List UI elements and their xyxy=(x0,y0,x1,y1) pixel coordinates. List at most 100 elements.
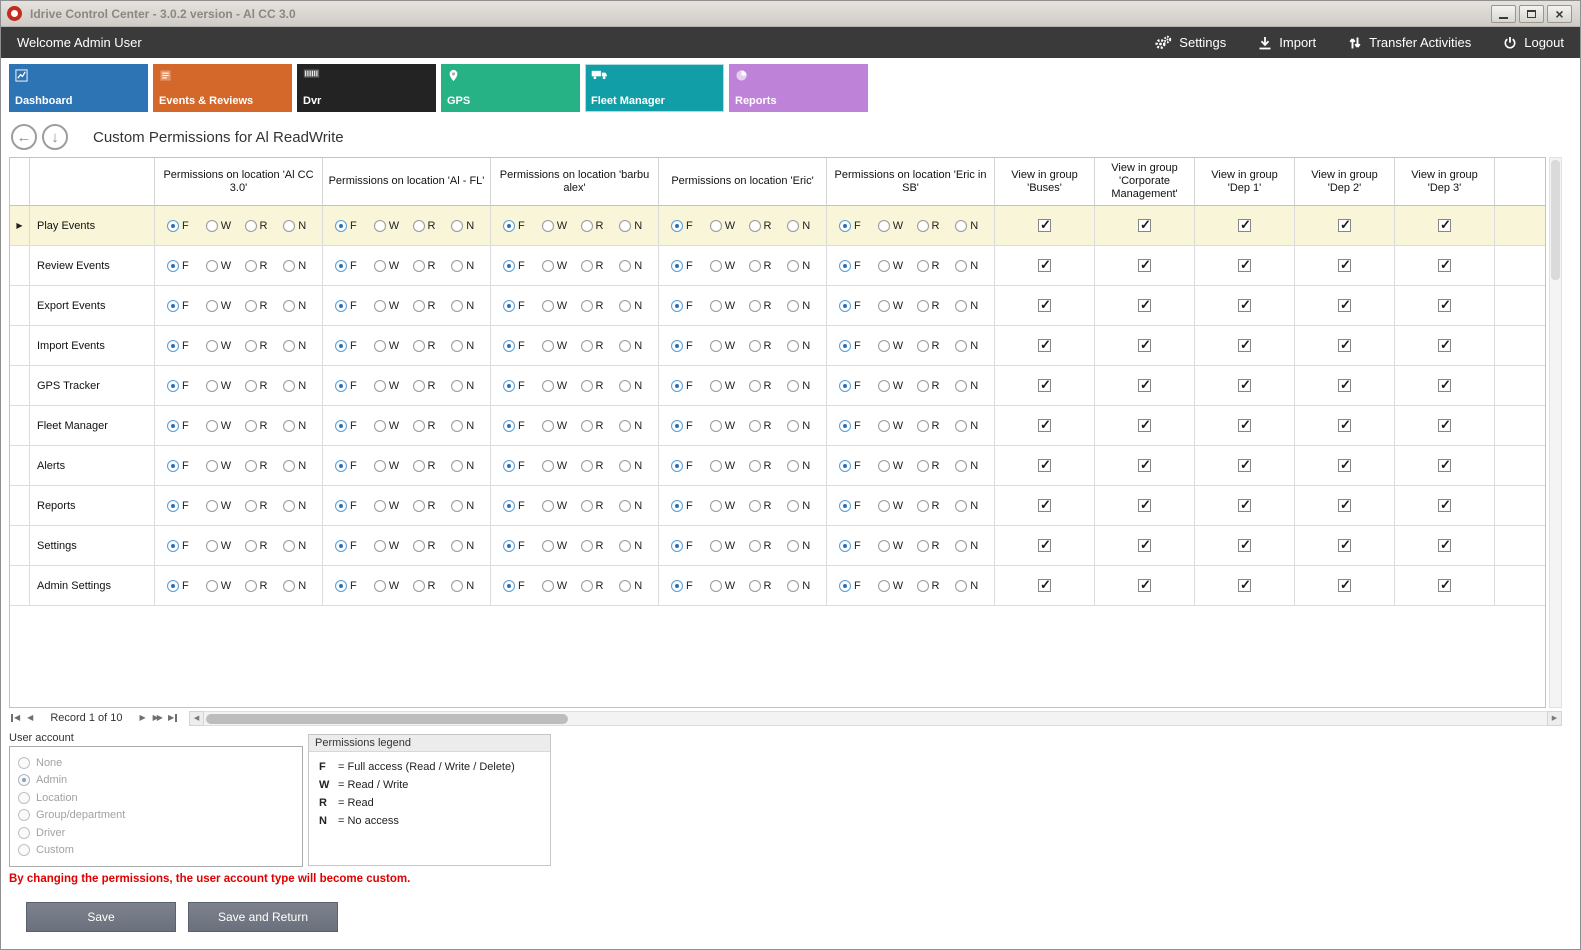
permission-radio-f[interactable]: F xyxy=(671,220,710,232)
permission-radio-n[interactable]: N xyxy=(283,580,322,592)
permission-radio-w[interactable]: W xyxy=(206,300,245,312)
permission-radio-w[interactable]: W xyxy=(374,380,413,392)
tab-fleet-manager[interactable]: Fleet Manager xyxy=(585,64,724,112)
permission-radio-r[interactable]: R xyxy=(581,540,620,552)
table-row[interactable]: ReportsFWRNFWRNFWRNFWRNFWRN xyxy=(10,486,1545,526)
group-view-checkbox[interactable] xyxy=(1138,419,1151,432)
group-view-checkbox[interactable] xyxy=(1238,379,1251,392)
permission-radio-r[interactable]: R xyxy=(749,500,788,512)
group-view-checkbox[interactable] xyxy=(1238,459,1251,472)
permission-radio-w[interactable]: W xyxy=(710,460,749,472)
permission-radio-w[interactable]: W xyxy=(542,540,581,552)
permission-radio-r[interactable]: R xyxy=(413,340,452,352)
permission-radio-n[interactable]: N xyxy=(787,300,826,312)
group-view-checkbox[interactable] xyxy=(1038,539,1051,552)
permission-radio-w[interactable]: W xyxy=(710,540,749,552)
permission-radio-n[interactable]: N xyxy=(955,460,994,472)
permission-radio-n[interactable]: N xyxy=(955,220,994,232)
permission-radio-n[interactable]: N xyxy=(451,380,490,392)
permission-radio-r[interactable]: R xyxy=(581,300,620,312)
permission-radio-f[interactable]: F xyxy=(671,380,710,392)
permission-radio-n[interactable]: N xyxy=(787,580,826,592)
account-type-admin[interactable]: Admin xyxy=(18,772,294,789)
permission-radio-r[interactable]: R xyxy=(413,300,452,312)
permission-radio-r[interactable]: R xyxy=(245,340,284,352)
back-button[interactable]: ← xyxy=(11,124,37,150)
permission-radio-f[interactable]: F xyxy=(671,500,710,512)
permission-radio-n[interactable]: N xyxy=(787,500,826,512)
group-view-checkbox[interactable] xyxy=(1338,219,1351,232)
group-view-checkbox[interactable] xyxy=(1338,499,1351,512)
permission-radio-f[interactable]: F xyxy=(839,540,878,552)
permission-radio-r[interactable]: R xyxy=(413,260,452,272)
permission-radio-f[interactable]: F xyxy=(671,540,710,552)
permission-radio-n[interactable]: N xyxy=(955,500,994,512)
next-page-button[interactable] xyxy=(153,714,161,722)
permission-radio-w[interactable]: W xyxy=(878,340,917,352)
permission-radio-w[interactable]: W xyxy=(542,460,581,472)
group-view-checkbox[interactable] xyxy=(1238,499,1251,512)
permission-radio-f[interactable]: F xyxy=(335,580,374,592)
permission-radio-w[interactable]: W xyxy=(206,220,245,232)
permission-radio-f[interactable]: F xyxy=(167,420,206,432)
group-view-checkbox[interactable] xyxy=(1038,219,1051,232)
permission-radio-r[interactable]: R xyxy=(581,220,620,232)
permission-radio-n[interactable]: N xyxy=(283,300,322,312)
permission-radio-f[interactable]: F xyxy=(671,340,710,352)
permission-radio-w[interactable]: W xyxy=(542,500,581,512)
scroll-left-button[interactable]: ◀ xyxy=(189,711,204,726)
next-record-button[interactable] xyxy=(139,714,145,722)
group-view-checkbox[interactable] xyxy=(1338,379,1351,392)
account-type-none[interactable]: None xyxy=(18,754,294,771)
permission-radio-f[interactable]: F xyxy=(839,340,878,352)
permission-radio-f[interactable]: F xyxy=(335,300,374,312)
last-record-button[interactable] xyxy=(168,714,177,722)
table-row[interactable]: ▶Play EventsFWRNFWRNFWRNFWRNFWRN xyxy=(10,206,1545,246)
permission-radio-f[interactable]: F xyxy=(335,220,374,232)
move-down-button[interactable]: ↓ xyxy=(42,124,68,150)
permission-radio-f[interactable]: F xyxy=(503,300,542,312)
permission-radio-r[interactable]: R xyxy=(749,540,788,552)
permission-radio-w[interactable]: W xyxy=(710,380,749,392)
permission-radio-w[interactable]: W xyxy=(710,300,749,312)
permission-radio-n[interactable]: N xyxy=(283,460,322,472)
permission-radio-w[interactable]: W xyxy=(542,580,581,592)
permission-radio-w[interactable]: W xyxy=(878,540,917,552)
account-type-group-department[interactable]: Group/department xyxy=(18,807,294,824)
permission-radio-n[interactable]: N xyxy=(787,380,826,392)
permission-radio-w[interactable]: W xyxy=(206,460,245,472)
account-type-location[interactable]: Location xyxy=(18,789,294,806)
permission-radio-r[interactable]: R xyxy=(749,220,788,232)
permission-radio-n[interactable]: N xyxy=(955,540,994,552)
permission-radio-f[interactable]: F xyxy=(503,460,542,472)
permission-radio-f[interactable]: F xyxy=(167,340,206,352)
permission-radio-r[interactable]: R xyxy=(917,540,956,552)
permission-radio-n[interactable]: N xyxy=(787,340,826,352)
group-view-checkbox[interactable] xyxy=(1038,579,1051,592)
permission-radio-r[interactable]: R xyxy=(245,220,284,232)
group-view-checkbox[interactable] xyxy=(1138,379,1151,392)
permission-radio-f[interactable]: F xyxy=(335,420,374,432)
permission-radio-f[interactable]: F xyxy=(503,540,542,552)
permission-radio-r[interactable]: R xyxy=(917,300,956,312)
permission-radio-w[interactable]: W xyxy=(878,500,917,512)
permission-radio-r[interactable]: R xyxy=(917,380,956,392)
permission-radio-w[interactable]: W xyxy=(878,460,917,472)
tab-events-reviews[interactable]: Events & Reviews xyxy=(153,64,292,112)
permission-radio-r[interactable]: R xyxy=(245,380,284,392)
group-view-checkbox[interactable] xyxy=(1438,339,1451,352)
group-view-checkbox[interactable] xyxy=(1238,539,1251,552)
permission-radio-w[interactable]: W xyxy=(374,540,413,552)
permission-radio-f[interactable]: F xyxy=(839,220,878,232)
vertical-scrollbar-thumb[interactable] xyxy=(1551,160,1560,280)
permission-radio-w[interactable]: W xyxy=(878,260,917,272)
permission-radio-f[interactable]: F xyxy=(335,500,374,512)
previous-record-button[interactable] xyxy=(27,714,33,722)
group-view-checkbox[interactable] xyxy=(1338,259,1351,272)
group-view-checkbox[interactable] xyxy=(1438,379,1451,392)
group-view-checkbox[interactable] xyxy=(1238,259,1251,272)
permission-radio-r[interactable]: R xyxy=(245,420,284,432)
permission-radio-f[interactable]: F xyxy=(503,500,542,512)
permission-radio-r[interactable]: R xyxy=(749,580,788,592)
permission-radio-f[interactable]: F xyxy=(839,580,878,592)
